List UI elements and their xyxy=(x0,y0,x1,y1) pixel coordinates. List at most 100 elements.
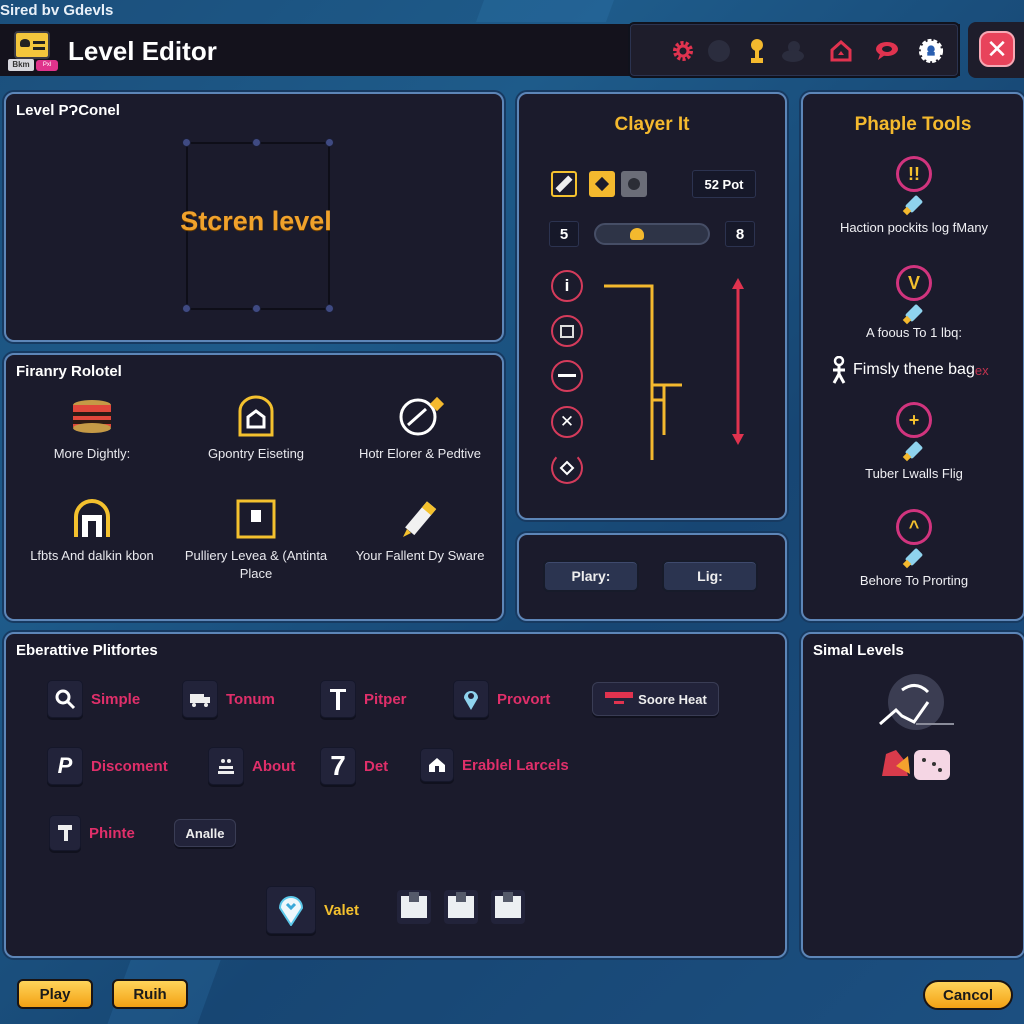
inventory-slot[interactable] xyxy=(397,890,431,924)
duck-icon[interactable] xyxy=(780,38,806,64)
signal-gauge-icon[interactable] xyxy=(876,670,956,732)
valet-item[interactable]: Valet xyxy=(266,886,359,934)
framed-card-icon xyxy=(234,497,278,541)
platform-label: Erablel Larcels xyxy=(462,756,569,774)
signal-levels-title: Simal Levels xyxy=(813,642,904,659)
stick-figure-icon xyxy=(832,356,846,384)
resize-handle[interactable] xyxy=(182,304,191,313)
figure-tool-label: Fimsly thene bag xyxy=(853,361,975,378)
close-circle-icon[interactable]: ✕ xyxy=(551,406,583,438)
asset-item[interactable]: Pulliery Levea & (Antinta Place xyxy=(176,497,336,583)
number-seven-icon: 7 xyxy=(320,747,356,785)
pen-tool-button[interactable] xyxy=(551,171,577,197)
platform-tonum[interactable]: Tonum xyxy=(182,680,275,718)
barrel-icon xyxy=(70,395,114,439)
asset-panel: Firanry Rolotel More Dightly: Gpontry Ei… xyxy=(4,353,504,621)
level-panel-title: Level PɁConel xyxy=(16,102,120,119)
window-caption: Sired bv Gdevls xyxy=(0,2,114,19)
platform-det[interactable]: 7 Det xyxy=(320,747,388,785)
asset-label: Gpontry Eiseting xyxy=(207,446,305,461)
inventory-slot[interactable] xyxy=(444,890,478,924)
tool-label: A foous To 1 lbq: xyxy=(866,325,962,340)
tool-item[interactable]: V A foous To 1 lbq: xyxy=(814,265,1014,340)
badge-gear-icon[interactable] xyxy=(918,38,944,64)
info-icon[interactable]: i xyxy=(551,270,583,302)
tool-item[interactable]: !! Haction pockits log fMany xyxy=(814,156,1014,235)
padlock-icon xyxy=(70,497,114,541)
rush-button[interactable]: Ruih xyxy=(112,979,188,1009)
rotate-icon[interactable] xyxy=(551,452,583,484)
layer-path-diagram xyxy=(604,278,744,460)
tool-label: Behore To Prorting xyxy=(859,573,969,588)
platform-phinte[interactable]: Phinte xyxy=(49,815,135,851)
asset-label: Lfbts And dalkin kbon xyxy=(30,548,154,563)
asset-item[interactable]: Hotr Elorer & Pedtive xyxy=(340,395,500,463)
score-heat-chip[interactable]: Soore Heat xyxy=(592,682,719,716)
close-button[interactable]: ✕ xyxy=(979,31,1015,67)
max-value-box[interactable]: 8 xyxy=(725,221,755,247)
layer-slider[interactable] xyxy=(594,223,710,245)
play-test-button[interactable]: Plary: xyxy=(543,560,639,592)
blob-icon[interactable] xyxy=(706,38,732,64)
play-button[interactable]: Play xyxy=(17,979,93,1009)
platform-label: Phinte xyxy=(89,824,135,842)
tool-item[interactable]: + Tuber Lwalls Flig xyxy=(814,402,1014,481)
figure-tool[interactable]: Fimsly thene bag ex xyxy=(830,356,989,384)
settings-gear-icon[interactable] xyxy=(670,38,696,64)
brush-icon xyxy=(902,547,926,569)
platform-label: Det xyxy=(364,757,389,775)
asset-item[interactable]: Lfbts And dalkin kbon xyxy=(12,497,172,565)
tile-icon[interactable] xyxy=(551,315,583,347)
platform-label: About xyxy=(252,757,296,775)
cancel-button[interactable]: Cancol xyxy=(923,980,1013,1010)
compass-icon xyxy=(398,395,445,439)
platform-pitper[interactable]: Pitper xyxy=(320,680,407,718)
valet-label: Valet xyxy=(324,901,360,919)
log-button[interactable]: Lig: xyxy=(662,560,758,592)
tool-item[interactable]: ^ Behore To Prorting xyxy=(814,509,1014,588)
flag-icon xyxy=(605,692,634,704)
asset-label: More Dightly: xyxy=(53,446,131,461)
top-toolbar xyxy=(628,22,960,78)
home-icon[interactable] xyxy=(828,38,854,64)
platform-about[interactable]: About xyxy=(208,747,295,785)
min-value-box[interactable]: 5 xyxy=(549,221,579,247)
platform-discoment[interactable]: P Discoment xyxy=(47,747,168,785)
resize-handle[interactable] xyxy=(325,138,334,147)
resize-handle[interactable] xyxy=(252,138,261,147)
analyze-label: Analle xyxy=(185,825,225,841)
resize-handle[interactable] xyxy=(182,138,191,147)
circle-tool-button[interactable] xyxy=(621,171,647,197)
analyze-chip[interactable]: Analle xyxy=(174,819,236,847)
pillar-icon xyxy=(320,680,356,718)
slider-thumb[interactable] xyxy=(630,228,645,240)
platform-label: Discoment xyxy=(91,757,168,775)
figure-tool-suffix: ex xyxy=(974,362,989,378)
asset-item[interactable]: Your Fallent Dy Sware xyxy=(340,497,500,565)
minus-icon[interactable] xyxy=(551,360,583,392)
brush-icon xyxy=(902,303,926,325)
app-tag: Bkm xyxy=(8,59,34,71)
score-heat-label: Soore Heat xyxy=(638,691,707,707)
fill-tool-button[interactable] xyxy=(589,171,615,197)
resize-handle[interactable] xyxy=(325,304,334,313)
inventory-slot[interactable] xyxy=(491,890,525,924)
platform-label: Pitper xyxy=(364,690,407,708)
close-area: ✕ xyxy=(968,22,1024,78)
platform-label: Provort xyxy=(497,690,551,708)
chat-bubble-icon[interactable] xyxy=(874,38,900,64)
platform-simple[interactable]: Simple xyxy=(47,680,140,718)
asset-item[interactable]: More Dightly: xyxy=(12,395,172,463)
trophy-icon[interactable] xyxy=(744,38,770,64)
layer-panel-title: Clayer It xyxy=(614,114,690,135)
platform-erablel-larcels[interactable]: Erablel Larcels xyxy=(420,748,569,782)
canvas-level-text[interactable]: Stcren level xyxy=(156,206,356,237)
shield-badge-icon xyxy=(234,395,278,439)
asset-item[interactable]: Gpontry Eiseting xyxy=(176,395,336,463)
resize-handle[interactable] xyxy=(252,304,261,313)
hammer-icon xyxy=(49,815,81,851)
tool-label: Haction pockits log fMany xyxy=(839,220,989,235)
platform-provort[interactable]: Provort xyxy=(453,680,550,718)
pause-ring-icon: !! xyxy=(896,156,932,192)
key-icon: P xyxy=(47,747,83,785)
